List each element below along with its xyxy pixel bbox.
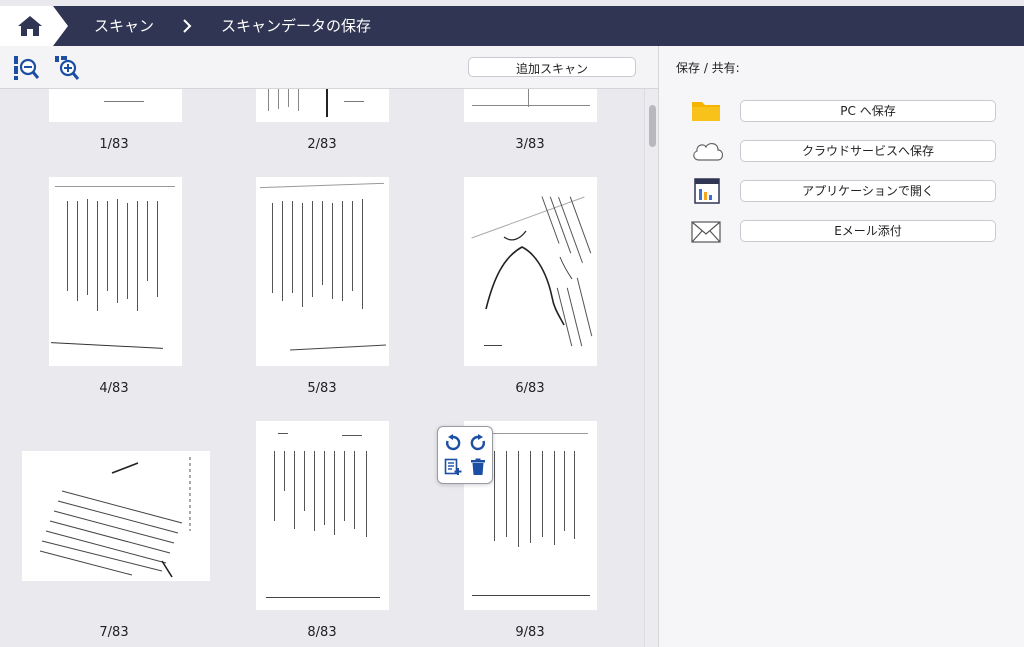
add-scan-button[interactable]: 追加スキャン <box>468 57 636 77</box>
page-6-drawing <box>485 230 573 326</box>
save-to-pc-button[interactable]: PC へ保存 <box>740 100 996 122</box>
page-label-9: 9/83 <box>515 625 545 640</box>
page-thumbnail-6[interactable] <box>464 177 597 366</box>
page-action-popover <box>437 426 493 484</box>
trash-icon[interactable] <box>469 458 487 476</box>
thumbnail-grid: 1/83 2/83 3/83 4/83 5/83 6/83 7/83 8/83 … <box>0 89 644 647</box>
navigation-bar: スキャン スキャンデータの保存 <box>0 6 1024 46</box>
page-thumbnail-5[interactable] <box>256 177 389 366</box>
page-label-4: 4/83 <box>99 381 129 396</box>
vertical-scrollbar[interactable] <box>644 89 658 647</box>
home-icon <box>18 16 42 36</box>
envelope-icon <box>691 221 721 243</box>
add-page-icon[interactable] <box>444 458 462 476</box>
rotate-left-icon[interactable] <box>444 434 462 452</box>
chevron-right-icon <box>183 19 192 33</box>
save-share-title: 保存 / 共有: <box>676 61 740 75</box>
open-with-application-button[interactable]: アプリケーションで開く <box>740 180 996 202</box>
page-thumbnail-7[interactable] <box>22 451 210 581</box>
zoom-in-icon[interactable] <box>54 55 80 81</box>
email-attach-button[interactable]: Eメール添付 <box>740 220 996 242</box>
breadcrumb-scan[interactable]: スキャン <box>94 6 154 46</box>
scrollbar-thumb[interactable] <box>649 105 656 147</box>
page-label-7: 7/83 <box>99 625 129 640</box>
application-icon <box>694 178 720 204</box>
cloud-icon <box>693 143 724 161</box>
page-thumbnail-4[interactable] <box>49 177 182 366</box>
home-button[interactable] <box>0 6 68 46</box>
page-label-2: 2/83 <box>307 137 337 152</box>
save-to-cloud-button[interactable]: クラウドサービスへ保存 <box>740 140 996 162</box>
zoom-out-icon[interactable] <box>13 55 39 81</box>
page-thumbnail-1[interactable] <box>49 89 182 122</box>
page-thumbnail-8[interactable] <box>256 421 389 610</box>
page-label-6: 6/83 <box>515 381 545 396</box>
page-thumbnail-2[interactable] <box>256 89 389 122</box>
page-label-3: 3/83 <box>515 137 545 152</box>
page-label-1: 1/83 <box>99 137 129 152</box>
page-thumbnail-3[interactable] <box>464 89 597 122</box>
rotate-right-icon[interactable] <box>469 434 487 452</box>
thumbnail-toolbar: 追加スキャン <box>0 46 658 89</box>
breadcrumb-save-scan-data: スキャンデータの保存 <box>221 17 372 35</box>
folder-icon <box>692 102 720 121</box>
page-label-8: 8/83 <box>307 625 337 640</box>
thumbnail-pane: 追加スキャン 1/83 2/83 3/83 4/83 5/83 6/83 7/8… <box>0 46 658 647</box>
save-share-panel: 保存 / 共有: PC へ保存 クラウドサービスへ保存 アプリケーションで開く … <box>658 46 1024 647</box>
page-label-5: 5/83 <box>307 381 337 396</box>
page-7-drawing <box>39 457 191 578</box>
